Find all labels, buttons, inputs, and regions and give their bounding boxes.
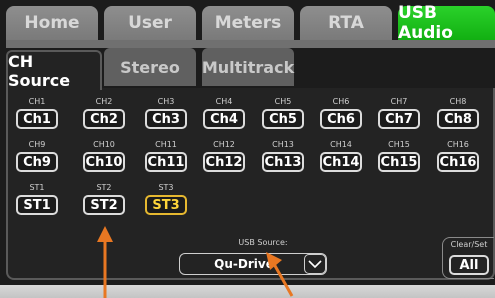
- bottom-bar: [0, 285, 495, 298]
- tab-label: Meters: [214, 13, 282, 33]
- channel-button-ch13[interactable]: Ch13: [262, 152, 304, 172]
- clear-set-label: Clear/Set: [450, 240, 488, 249]
- tab-rta[interactable]: RTA: [300, 6, 392, 40]
- channel-label: CH16: [447, 140, 469, 149]
- channel-button-ch12[interactable]: Ch12: [203, 152, 245, 172]
- channel-label: CH14: [330, 140, 352, 149]
- tab-label: USB Audio: [398, 3, 453, 43]
- tab-home[interactable]: Home: [6, 6, 98, 40]
- subtab-label: Stereo: [120, 57, 180, 77]
- channel-label: CH12: [213, 140, 235, 149]
- channel-button-ch9[interactable]: Ch9: [16, 152, 58, 172]
- stereo-button-st1[interactable]: ST1: [16, 195, 58, 215]
- stereo-label: ST3: [158, 183, 174, 192]
- channel-button-ch6[interactable]: Ch6: [320, 109, 362, 129]
- channel-label: CH5: [274, 97, 292, 106]
- channel-label: CH11: [155, 140, 177, 149]
- channel-button-ch16[interactable]: Ch16: [437, 152, 479, 172]
- channel-button-ch2[interactable]: Ch2: [83, 109, 125, 129]
- stereo-label: ST1: [29, 183, 45, 192]
- channel-label: CH2: [95, 97, 113, 106]
- channel-button-ch15[interactable]: Ch15: [378, 152, 420, 172]
- tab-label: Home: [24, 13, 80, 33]
- channel-label: CH13: [272, 140, 294, 149]
- channel-label: CH10: [93, 140, 115, 149]
- tab-meters[interactable]: Meters: [202, 6, 294, 40]
- channel-label: CH8: [449, 97, 467, 106]
- channel-label: CH9: [28, 140, 46, 149]
- clear-set-all-button[interactable]: All: [449, 255, 489, 275]
- channel-button-ch11[interactable]: Ch11: [145, 152, 187, 172]
- usb-source-dropdown-button[interactable]: [304, 254, 326, 274]
- chevron-down-icon: [308, 260, 322, 269]
- tab-bar-band: [6, 40, 495, 48]
- arrow-icon: [266, 252, 294, 297]
- channel-button-ch1[interactable]: Ch1: [16, 109, 58, 129]
- stereo-button-st3[interactable]: ST3: [145, 195, 187, 215]
- channel-button-ch7[interactable]: Ch7: [378, 109, 420, 129]
- stereo-button-st2[interactable]: ST2: [83, 195, 125, 215]
- channel-label: CH1: [28, 97, 46, 106]
- channel-label: CH4: [215, 97, 233, 106]
- channel-label: CH3: [157, 97, 175, 106]
- subtab-stereo[interactable]: Stereo: [104, 48, 196, 86]
- subtab-multitrack[interactable]: Multitrack: [202, 48, 294, 86]
- channel-button-ch8[interactable]: Ch8: [437, 109, 479, 129]
- subtab-label: Multitrack: [201, 57, 295, 77]
- subtab-ch-source[interactable]: CH Source: [6, 50, 102, 90]
- tab-label: RTA: [328, 13, 364, 33]
- channel-button-ch5[interactable]: Ch5: [262, 109, 304, 129]
- channel-button-ch4[interactable]: Ch4: [203, 109, 245, 129]
- channel-button-ch14[interactable]: Ch14: [320, 152, 362, 172]
- channel-label: CH15: [388, 140, 410, 149]
- tab-label: User: [128, 13, 172, 33]
- tab-usb-audio[interactable]: USB Audio: [398, 3, 495, 43]
- channel-button-ch3[interactable]: Ch3: [145, 109, 187, 129]
- channel-button-ch10[interactable]: Ch10: [83, 152, 125, 172]
- channel-label: CH6: [332, 97, 350, 106]
- stereo-label: ST2: [96, 183, 112, 192]
- tab-user[interactable]: User: [104, 6, 196, 40]
- subtab-label: CH Source: [8, 52, 71, 90]
- arrow-icon: [97, 226, 113, 298]
- usb-source-label: USB Source:: [238, 238, 288, 247]
- channel-label: CH7: [390, 97, 408, 106]
- ch-source-panel: [6, 88, 495, 280]
